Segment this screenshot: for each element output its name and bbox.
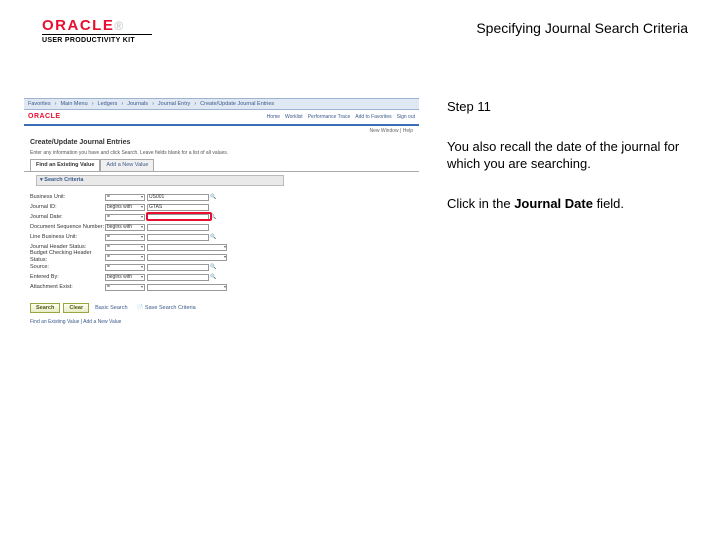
basic-search-link[interactable]: Basic Search bbox=[92, 304, 130, 313]
value-input[interactable]: ▾ bbox=[147, 254, 227, 261]
operator-select[interactable]: = bbox=[105, 264, 145, 271]
toplink[interactable]: Worklist bbox=[285, 114, 303, 120]
field-label: Entered By: bbox=[30, 274, 105, 281]
search-criteria-header: ▾ Search Criteria bbox=[24, 172, 419, 189]
form-row: Journal ID:begins withGTAS bbox=[30, 203, 413, 212]
search-button[interactable]: Search bbox=[30, 303, 60, 314]
crumb-item[interactable]: Favorites bbox=[28, 101, 51, 108]
toplink[interactable]: Add to Favorites bbox=[355, 114, 391, 120]
kit-label: USER PRODUCTIVITY KIT bbox=[42, 37, 152, 44]
field-label: Attachment Exist: bbox=[30, 284, 105, 291]
operator-select[interactable]: = bbox=[105, 214, 145, 221]
field-label: Journal Date: bbox=[30, 214, 105, 221]
value-input[interactable]: US001 bbox=[147, 194, 209, 201]
field-label: Journal Header Status: bbox=[30, 244, 105, 251]
form-row: Journal Date:=🔍 bbox=[30, 213, 413, 222]
field-label: Document Sequence Number: bbox=[30, 224, 105, 231]
operator-select[interactable]: begins with bbox=[105, 224, 145, 231]
operator-select[interactable]: = bbox=[105, 194, 145, 201]
instruction-panel: Step 11 You also recall the date of the … bbox=[447, 98, 692, 328]
status-row: New Window | Help bbox=[24, 126, 419, 136]
field-label: Business Unit: bbox=[30, 194, 105, 201]
oracle-logo-r: ® bbox=[114, 20, 123, 32]
save-search-link[interactable]: 📄 Save Search Criteria bbox=[134, 304, 199, 313]
operator-select[interactable]: = bbox=[105, 234, 145, 241]
value-input[interactable]: ▾ bbox=[147, 244, 227, 251]
tab-find-existing[interactable]: Find an Existing Value bbox=[30, 159, 100, 171]
app-page-desc: Enter any information you have and click… bbox=[24, 150, 419, 159]
embedded-screenshot: Favorites› Main Menu› Ledgers› Journals›… bbox=[24, 98, 419, 328]
footer-tabs[interactable]: Find an Existing Value | Add a New Value bbox=[24, 315, 419, 329]
oracle-logo-block: ORACLE ® USER PRODUCTIVITY KIT bbox=[42, 18, 152, 44]
value-input[interactable] bbox=[147, 234, 209, 241]
operator-select[interactable]: = bbox=[105, 244, 145, 251]
clear-button[interactable]: Clear bbox=[63, 303, 89, 314]
crumb-item[interactable]: Journal Entry bbox=[158, 101, 190, 108]
value-input[interactable] bbox=[147, 224, 209, 231]
lookup-icon[interactable]: 🔍 bbox=[210, 234, 217, 241]
operator-select[interactable]: = bbox=[105, 254, 145, 261]
operator-select[interactable]: begins with bbox=[105, 274, 145, 281]
form-row: Business Unit:=US001🔍 bbox=[30, 193, 413, 202]
page-title: Specifying Journal Search Criteria bbox=[476, 18, 692, 36]
lookup-icon[interactable]: 🔍 bbox=[210, 194, 217, 201]
journal-date-bold: Journal Date bbox=[514, 196, 593, 211]
tab-strip: Find an Existing Value Add a New Value bbox=[24, 159, 419, 172]
breadcrumb-bar: Favorites› Main Menu› Ledgers› Journals›… bbox=[24, 98, 419, 110]
step-number: Step 11 bbox=[447, 98, 692, 116]
search-form: Business Unit:=US001🔍Journal ID:begins w… bbox=[24, 189, 419, 297]
content-row: Favorites› Main Menu› Ledgers› Journals›… bbox=[0, 50, 720, 328]
form-row: Entered By:begins with 🔍 bbox=[30, 273, 413, 282]
lookup-icon[interactable]: 🔍 bbox=[210, 264, 217, 271]
logo-divider bbox=[42, 34, 152, 35]
value-input[interactable]: GTAS bbox=[147, 204, 209, 211]
oracle-logo: ORACLE bbox=[42, 18, 114, 33]
crumb-item[interactable]: Ledgers bbox=[98, 101, 118, 108]
field-label: Journal ID: bbox=[30, 204, 105, 211]
highlight-callout bbox=[146, 212, 212, 221]
value-input[interactable] bbox=[147, 264, 209, 271]
toplink[interactable]: Sign out bbox=[397, 114, 415, 120]
crumb-item[interactable]: Journals bbox=[127, 101, 148, 108]
app-oracle-logo: ORACLE bbox=[28, 113, 61, 121]
tab-add-new[interactable]: Add a New Value bbox=[100, 159, 154, 171]
toplink[interactable]: Performance Trace bbox=[308, 114, 351, 120]
instruction-text: You also recall the date of the journal … bbox=[447, 138, 692, 173]
form-row: Budget Checking Header Status:=▾ bbox=[30, 253, 413, 262]
operator-select[interactable]: begins with bbox=[105, 204, 145, 211]
lookup-icon[interactable]: 🔍 bbox=[210, 274, 217, 281]
value-input[interactable]: ▾ bbox=[147, 284, 227, 291]
crumb-item[interactable]: Create/Update Journal Entries bbox=[200, 101, 274, 108]
status-links[interactable]: New Window | Help bbox=[369, 128, 413, 134]
instruction-click: Click in the Journal Date field. bbox=[447, 195, 692, 213]
form-row: Line Business Unit:= 🔍 bbox=[30, 233, 413, 242]
page-header: ORACLE ® USER PRODUCTIVITY KIT Specifyin… bbox=[0, 0, 720, 50]
operator-select[interactable]: = bbox=[105, 284, 145, 291]
field-label: Source: bbox=[30, 264, 105, 271]
crumb-item[interactable]: Main Menu bbox=[60, 101, 87, 108]
app-page-title: Create/Update Journal Entries bbox=[24, 136, 419, 150]
app-top-links: Home Worklist Performance Trace Add to F… bbox=[267, 114, 415, 120]
toplink[interactable]: Home bbox=[267, 114, 280, 120]
button-row: Search Clear Basic Search 📄 Save Search … bbox=[24, 297, 419, 316]
field-label: Line Business Unit: bbox=[30, 234, 105, 241]
value-input[interactable] bbox=[147, 274, 209, 281]
form-row: Document Sequence Number:begins with bbox=[30, 223, 413, 232]
app-second-bar: ORACLE Home Worklist Performance Trace A… bbox=[24, 110, 419, 126]
form-row: Source:= 🔍 bbox=[30, 263, 413, 272]
form-row: Attachment Exist:=▾ bbox=[30, 283, 413, 292]
